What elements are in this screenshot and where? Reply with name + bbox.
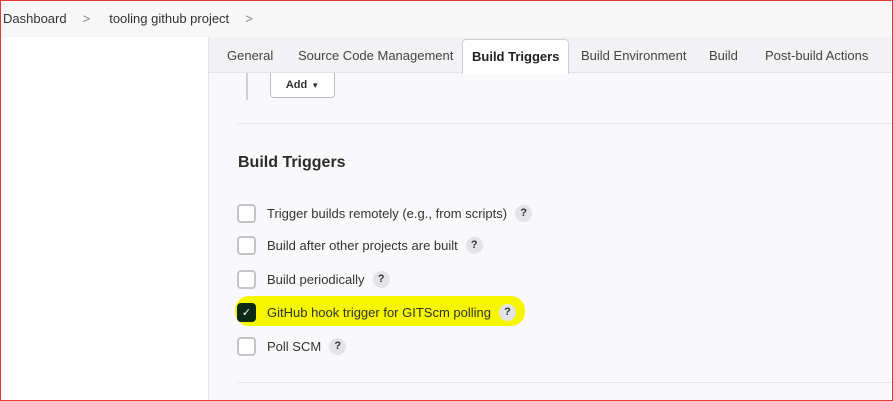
trigger-label[interactable]: Poll SCM <box>267 339 321 354</box>
checkmark-icon: ✓ <box>241 306 252 319</box>
chevron-right-icon: > <box>82 11 91 26</box>
breadcrumb-dashboard[interactable]: Dashboard <box>0 11 67 26</box>
checkbox-build-periodically[interactable] <box>237 269 256 289</box>
trigger-option-after-other: Build after other projects are built ? <box>237 234 483 256</box>
trigger-option-periodically: Build periodically ? <box>237 268 390 290</box>
main-content: General Source Code Management Build Tri… <box>209 37 893 401</box>
tab-build[interactable]: Build <box>709 37 738 73</box>
trigger-label[interactable]: GitHub hook trigger for GITScm polling <box>267 305 491 320</box>
caret-down-icon: ▼ <box>311 80 320 90</box>
trigger-option-poll-scm: Poll SCM ? <box>237 335 347 357</box>
config-tabs: General Source Code Management Build Tri… <box>209 37 893 74</box>
help-icon[interactable]: ? <box>465 236 483 254</box>
help-icon[interactable]: ? <box>515 204 533 222</box>
breadcrumb: Dashboard > tooling github project > <box>0 0 893 37</box>
checkbox-build-after-other[interactable] <box>237 235 256 255</box>
sidebar <box>0 37 209 401</box>
add-button-label: Add <box>285 79 308 91</box>
checkbox-trigger-remote[interactable] <box>237 203 256 223</box>
checkbox-poll-scm[interactable] <box>237 336 256 356</box>
tab-source-code-management[interactable]: Source Code Management <box>298 37 453 73</box>
help-icon[interactable]: ? <box>372 270 390 288</box>
trigger-option-remote: Trigger builds remotely (e.g., from scri… <box>237 202 533 224</box>
section-title: Build Triggers <box>238 154 346 171</box>
help-icon[interactable]: ? <box>498 303 516 321</box>
tab-general[interactable]: General <box>227 37 273 73</box>
tab-build-triggers[interactable]: Build Triggers <box>462 39 570 74</box>
trigger-label[interactable]: Build after other projects are built <box>267 238 458 253</box>
divider <box>237 382 893 383</box>
chevron-right-icon[interactable]: > <box>245 11 253 26</box>
checkbox-github-hook[interactable]: ✓ <box>237 302 256 322</box>
trigger-label[interactable]: Trigger builds remotely (e.g., from scri… <box>267 206 507 221</box>
tab-build-environment[interactable]: Build Environment <box>581 37 687 73</box>
help-icon[interactable]: ? <box>329 337 347 355</box>
trigger-option-github-hook: ✓ GitHub hook trigger for GITScm polling… <box>237 301 516 323</box>
divider <box>237 123 893 124</box>
section-rule <box>246 73 248 100</box>
add-button[interactable]: Add ▼ <box>270 73 335 98</box>
trigger-label[interactable]: Build periodically <box>267 272 365 287</box>
breadcrumb-project[interactable]: tooling github project <box>106 11 229 26</box>
tab-post-build-actions[interactable]: Post-build Actions <box>765 37 868 73</box>
